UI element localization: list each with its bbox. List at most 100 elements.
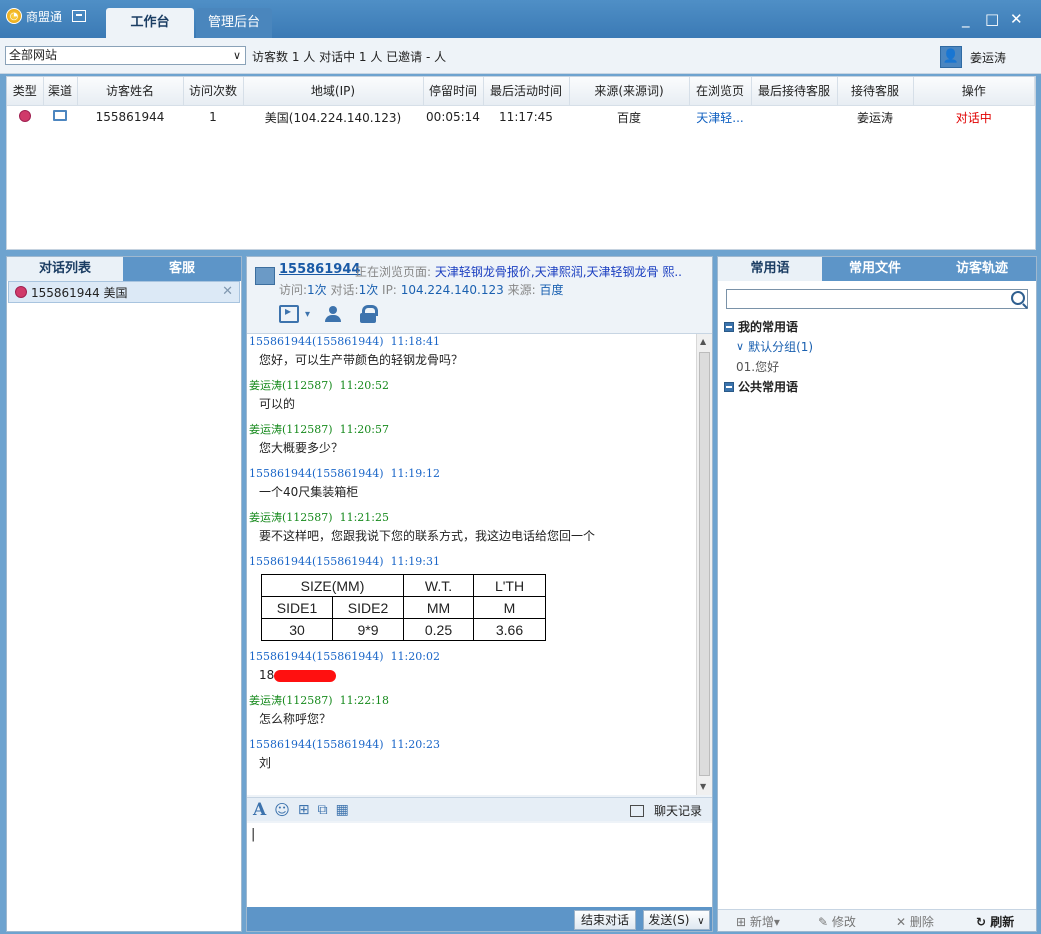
stay-cell: 00:05:14 — [426, 110, 480, 125]
agent-cell: 姜运涛 — [856, 110, 893, 125]
col-visitor-name[interactable]: 访客姓名 — [77, 77, 184, 106]
transfer-icon[interactable] — [279, 304, 299, 323]
phrase-toolbar: ⊞ 新增▾ ✎ 修改 ✕ 删除 ↻ 刷新 — [718, 909, 1036, 931]
refresh-button[interactable]: ↻ 刷新 — [976, 913, 1014, 930]
conversation-panel: 对话列表 客服 155861944 美国 ✕ — [6, 256, 242, 932]
browse-pages[interactable]: 天津轻钢龙骨报价,天津熙润,天津轻钢龙骨 熙.. — [435, 265, 682, 279]
minimize-button[interactable]: _ — [962, 10, 970, 28]
scroll-up-icon[interactable]: ▲ — [700, 337, 706, 346]
tab-admin[interactable]: 管理后台 — [196, 8, 272, 38]
screenshot-icon[interactable]: ⊞ — [298, 802, 310, 818]
site-select[interactable]: 全部网站 ∨ — [5, 46, 246, 65]
history-icon — [629, 804, 644, 817]
browsing-pages: 正在浏览页面: 天津轻钢龙骨报价,天津熙润,天津轻钢龙骨 熙.. — [355, 263, 710, 280]
tree-node-public-phrases[interactable]: 公共常用语 — [724, 377, 813, 397]
table-icon[interactable]: ▦ — [336, 802, 349, 818]
tab-files[interactable]: 常用文件 — [822, 257, 928, 281]
visitor-table: 类型 渠道 访客姓名 访问次数 地域(IP) 停留时间 最后活动时间 来源(来源… — [6, 76, 1036, 250]
chevron-down-icon[interactable]: ▾ — [305, 309, 310, 320]
visits-cell: 1 — [209, 110, 217, 125]
visitor-id-link[interactable]: 155861944 — [279, 262, 360, 277]
send-button[interactable]: 发送(S) ∨ — [643, 910, 710, 930]
col-last-active[interactable]: 最后活动时间 — [483, 77, 570, 106]
tab-agents[interactable]: 客服 — [123, 257, 241, 281]
col-channel[interactable]: 渠道 — [43, 77, 78, 106]
app-logo-icon: ◔ — [6, 8, 22, 24]
user-avatar-icon[interactable]: 👤 — [940, 46, 962, 68]
emoji-icon[interactable]: ☺ — [274, 801, 290, 819]
last-active-cell: 11:17:45 — [499, 110, 553, 125]
list-item[interactable]: 155861944 美国 ✕ — [8, 281, 240, 303]
source-cell: 百度 — [616, 110, 641, 125]
status-badge[interactable]: 对话中 — [913, 105, 1035, 129]
redaction-mark — [274, 669, 337, 682]
col-stay[interactable]: 停留时间 — [423, 77, 484, 106]
delete-icon: ✕ — [896, 915, 907, 929]
chevron-down-icon[interactable]: ∨ — [697, 916, 704, 927]
close-icon[interactable]: ✕ — [222, 284, 233, 299]
edit-phrase-button[interactable]: ✎ 修改 — [818, 913, 856, 930]
col-agent[interactable]: 接待客服 — [837, 77, 914, 106]
table-row[interactable]: 155861944 1 美国(104.224.140.123) 00:05:14… — [7, 105, 1035, 129]
add-phrase-button[interactable]: ⊞ 新增▾ — [736, 913, 780, 930]
chat-message: 姜运涛(112587) 11:20:52 可以的 — [249, 379, 389, 411]
browse-label: 正在浏览页面: — [355, 265, 432, 279]
chat-message: 姜运涛(112587) 11:21:25 要不这样吧，您跟我说下您的联系方式，我… — [249, 511, 596, 543]
chevron-down-icon: ∨ — [232, 49, 241, 62]
tab-conversation-list[interactable]: 对话列表 — [7, 257, 123, 281]
refresh-icon: ↻ — [976, 915, 987, 929]
tab-workbench[interactable]: 工作台 — [106, 8, 194, 38]
app-menu-icon[interactable] — [72, 10, 87, 22]
col-type[interactable]: 类型 — [7, 77, 44, 106]
app-name: 商盟通 — [26, 9, 63, 24]
title-bar: ◔ 商盟通 工作台 管理后台 _ □ ✕ — [0, 0, 1041, 38]
font-icon[interactable]: A — [253, 800, 266, 820]
col-visits[interactable]: 访问次数 — [183, 77, 244, 106]
chat-message: 155861944(155861944) 11:19:12 一个40尺集装箱柜 — [249, 467, 440, 499]
chat-footer: 结束对话 发送(S) ∨ — [247, 907, 712, 931]
col-source[interactable]: 来源(来源词) — [569, 77, 690, 106]
close-button[interactable]: ✕ — [1010, 10, 1023, 28]
maximize-button[interactable]: □ — [985, 10, 999, 28]
search-icon[interactable] — [1011, 291, 1025, 305]
tree-leaf-phrase[interactable]: 01.您好 — [724, 357, 813, 377]
table-header-row: 类型 渠道 访客姓名 访问次数 地域(IP) 停留时间 最后活动时间 来源(来源… — [7, 77, 1035, 106]
col-last-agent[interactable]: 最后接待客服 — [751, 77, 838, 106]
scroll-thumb[interactable] — [699, 352, 710, 776]
app-logo[interactable]: ◔ 商盟通 — [6, 5, 87, 27]
end-chat-button[interactable]: 结束对话 — [574, 910, 636, 930]
collapse-icon[interactable] — [724, 322, 734, 332]
tree-node-default-group[interactable]: ∨ 默认分组(1) — [724, 337, 813, 357]
region-cell: 美国(104.224.140.123) — [264, 110, 402, 125]
col-page[interactable]: 在浏览页 — [689, 77, 752, 106]
send-file-icon[interactable]: ⧉ — [318, 802, 328, 818]
input-toolbar: A ☺ ⊞ ⧉ ▦ 聊天记录 — [247, 797, 712, 821]
scroll-down-icon[interactable]: ▼ — [700, 782, 706, 791]
collapse-icon[interactable] — [724, 382, 734, 392]
tree-node-my-phrases[interactable]: 我的常用语 — [724, 317, 813, 337]
visitor-icon — [15, 286, 27, 298]
chat-message: 155861944(155861944) 11:20:23 刘 — [249, 738, 440, 770]
lock-icon[interactable] — [358, 305, 379, 323]
visitor-name-cell: 155861944 — [95, 110, 165, 125]
resource-panel: 常用语 常用文件 访客轨迹 我的常用语 ∨ 默认分组(1) 01.您好 公共常用… — [717, 256, 1037, 932]
chat-input[interactable]: | — [247, 823, 712, 907]
visitor-type-icon — [19, 109, 31, 122]
site-select-value: 全部网站 — [9, 48, 58, 62]
invite-agent-icon[interactable] — [324, 305, 344, 323]
tab-visitor-trail[interactable]: 访客轨迹 — [928, 257, 1036, 281]
phrase-search-input[interactable] — [726, 289, 1028, 309]
add-icon: ⊞ — [736, 915, 747, 929]
chevron-down-icon[interactable]: ∨ — [736, 337, 744, 357]
delete-phrase-button[interactable]: ✕ 删除 — [896, 913, 934, 930]
user-name[interactable]: 姜运涛 — [970, 49, 1006, 66]
chat-scrollbar[interactable]: ▲ ▼ — [696, 334, 712, 795]
status-bar: 全部网站 ∨ 访客数 1 人 对话中 1 人 已邀请 - 人 👤 姜运涛 — [0, 38, 1041, 74]
chat-message: 155861944(155861944) 11:19:31 SIZE(MM) W… — [249, 554, 712, 641]
chat-history-button[interactable]: 聊天记录 — [629, 802, 702, 819]
conversation-label: 155861944 美国 — [31, 285, 128, 300]
col-action[interactable]: 操作 — [913, 77, 1035, 106]
page-cell[interactable]: 天津轻... — [689, 105, 751, 129]
col-region[interactable]: 地域(IP) — [243, 77, 424, 106]
tab-quick-phrases[interactable]: 常用语 — [718, 257, 822, 281]
